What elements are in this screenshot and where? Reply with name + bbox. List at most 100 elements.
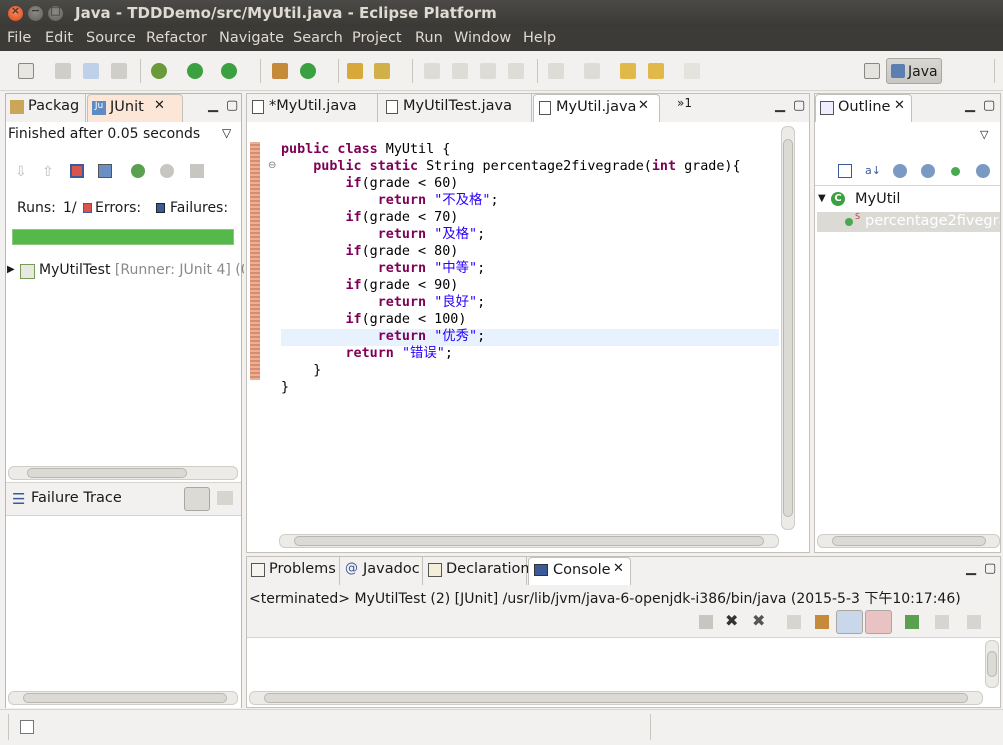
close-tab-icon[interactable]: ✕ bbox=[638, 98, 649, 113]
menu-edit[interactable]: Edit bbox=[45, 30, 73, 46]
menu-search[interactable]: Search bbox=[293, 30, 343, 46]
scrollbar-thumb[interactable] bbox=[987, 651, 997, 677]
next-failure-icon[interactable]: ⇩ bbox=[15, 164, 29, 180]
next-annotation-icon[interactable] bbox=[548, 63, 564, 79]
tab-javadoc[interactable]: @ Javadoc bbox=[341, 557, 423, 585]
rerun-failed-first-icon[interactable] bbox=[160, 164, 174, 178]
editor-horizontal-scrollbar[interactable] bbox=[279, 534, 779, 548]
terminate-icon[interactable] bbox=[699, 615, 713, 629]
tab-console[interactable]: Console ✕ bbox=[528, 557, 631, 585]
failure-trace-scrollbar[interactable] bbox=[8, 691, 238, 705]
console-vertical-scrollbar[interactable] bbox=[985, 640, 999, 688]
open-perspective-icon[interactable] bbox=[864, 63, 880, 79]
tab-myutil-dirty[interactable]: *MyUtil.java bbox=[247, 94, 378, 122]
search-icon[interactable] bbox=[374, 63, 390, 79]
display-selected-console-icon[interactable] bbox=[905, 615, 919, 629]
new-console-icon[interactable] bbox=[967, 615, 981, 629]
hide-local-types-icon[interactable] bbox=[976, 164, 990, 178]
save-icon[interactable] bbox=[55, 63, 71, 79]
back-icon[interactable] bbox=[648, 63, 664, 79]
editor-vertical-scrollbar[interactable] bbox=[781, 126, 795, 530]
minimize-outline-icon[interactable]: ▁ bbox=[965, 98, 975, 113]
menu-refactor[interactable]: Refactor bbox=[146, 30, 207, 46]
save-all-icon[interactable] bbox=[83, 63, 99, 79]
new-java-package-icon[interactable] bbox=[272, 63, 288, 79]
close-tab-icon[interactable]: ✕ bbox=[894, 98, 905, 113]
outline-horizontal-scrollbar[interactable] bbox=[817, 534, 1000, 548]
menu-help[interactable]: Help bbox=[523, 30, 556, 46]
code-editor[interactable]: public class MyUtil { public static Stri… bbox=[281, 141, 741, 396]
scrollbar-thumb[interactable] bbox=[23, 693, 227, 703]
scrollbar-thumb[interactable] bbox=[294, 536, 764, 546]
toggle-breadcrumb-icon[interactable] bbox=[452, 63, 468, 79]
scrollbar-thumb[interactable] bbox=[832, 536, 986, 546]
tab-package-explorer[interactable]: Packag bbox=[6, 94, 86, 122]
previous-annotation-icon[interactable] bbox=[584, 63, 600, 79]
more-tabs-button[interactable]: »1 bbox=[677, 96, 692, 110]
fold-toggle-icon[interactable]: ⊖ bbox=[268, 160, 276, 171]
new-java-class-icon[interactable] bbox=[300, 63, 316, 79]
tab-myutil-active[interactable]: MyUtil.java ✕ bbox=[533, 94, 660, 122]
fast-view-icon[interactable] bbox=[20, 720, 34, 734]
expand-arrow-icon[interactable]: ▶ bbox=[7, 264, 15, 275]
maximize-outline-icon[interactable]: ▢ bbox=[983, 98, 995, 113]
maximize-view-icon[interactable]: ▢ bbox=[226, 98, 238, 113]
hide-non-public-icon[interactable] bbox=[951, 167, 960, 176]
hide-static-icon[interactable] bbox=[921, 164, 935, 178]
pin-console-button[interactable] bbox=[836, 610, 863, 634]
open-console-icon[interactable] bbox=[935, 615, 949, 629]
menu-file[interactable]: File bbox=[7, 30, 31, 46]
tab-problems[interactable]: Problems bbox=[247, 557, 340, 585]
view-menu-chevron-icon[interactable]: ▽ bbox=[222, 126, 231, 140]
horizontal-scrollbar[interactable] bbox=[8, 466, 238, 480]
stop-test-icon[interactable] bbox=[190, 164, 204, 178]
tab-outline[interactable]: Outline ✕ bbox=[815, 94, 912, 122]
close-window-button[interactable]: × bbox=[8, 4, 23, 21]
run-icon[interactable] bbox=[187, 63, 203, 79]
tab-junit[interactable]: Ju JUnit ✕ bbox=[87, 94, 183, 122]
toggle-mark-occurrences-icon[interactable] bbox=[424, 63, 440, 79]
remove-all-terminated-icon[interactable]: ✖ bbox=[752, 611, 765, 630]
test-tree-item[interactable]: MyUtilTest [Runner: JUnit 4] (0 bbox=[39, 262, 244, 278]
collapse-all-icon[interactable] bbox=[838, 164, 852, 178]
menu-navigate[interactable]: Navigate bbox=[219, 30, 284, 46]
compare-result-icon[interactable] bbox=[217, 491, 233, 505]
menu-project[interactable]: Project bbox=[352, 30, 402, 46]
debug-icon[interactable] bbox=[151, 63, 167, 79]
open-type-icon[interactable] bbox=[347, 63, 363, 79]
run-external-tools-icon[interactable] bbox=[221, 63, 237, 79]
console-horizontal-scrollbar[interactable] bbox=[249, 691, 983, 705]
outline-method-item[interactable]: S percentage2fivegrade bbox=[817, 212, 1000, 232]
menu-run[interactable]: Run bbox=[415, 30, 443, 46]
show-console-on-output-button[interactable] bbox=[865, 610, 892, 634]
minimize-console-icon[interactable]: ▁ bbox=[966, 561, 976, 576]
outline-menu-chevron-icon[interactable]: ▽ bbox=[980, 128, 988, 141]
filter-stack-trace-button[interactable] bbox=[184, 487, 210, 511]
close-tab-icon[interactable]: ✕ bbox=[613, 561, 624, 576]
show-failures-only-icon[interactable] bbox=[70, 164, 84, 178]
menu-source[interactable]: Source bbox=[86, 30, 136, 46]
rerun-test-icon[interactable] bbox=[131, 164, 145, 178]
scroll-lock-icon[interactable] bbox=[98, 164, 112, 178]
clear-console-icon[interactable] bbox=[787, 615, 801, 629]
close-tab-icon[interactable]: ✕ bbox=[154, 98, 165, 113]
forward-icon[interactable] bbox=[684, 63, 700, 79]
hide-fields-icon[interactable] bbox=[893, 164, 907, 178]
minimize-editor-icon[interactable]: ▁ bbox=[775, 98, 785, 113]
maximize-console-icon[interactable]: ▢ bbox=[984, 561, 996, 576]
previous-failure-icon[interactable]: ⇧ bbox=[42, 164, 56, 180]
tab-myutiltest[interactable]: MyUtilTest.java bbox=[379, 94, 532, 122]
print-icon[interactable] bbox=[111, 63, 127, 79]
maximize-editor-icon[interactable]: ▢ bbox=[793, 98, 805, 113]
block-selection-icon[interactable] bbox=[480, 63, 496, 79]
minimize-view-icon[interactable]: ▁ bbox=[208, 98, 218, 113]
expand-arrow-icon[interactable]: ▼ bbox=[818, 193, 826, 204]
menu-window[interactable]: Window bbox=[454, 30, 511, 46]
scrollbar-thumb[interactable] bbox=[783, 139, 793, 517]
scrollbar-thumb[interactable] bbox=[264, 693, 968, 703]
show-whitespace-icon[interactable] bbox=[508, 63, 524, 79]
new-icon[interactable] bbox=[18, 63, 34, 79]
remove-launch-icon[interactable]: ✖ bbox=[725, 611, 738, 630]
maximize-window-button[interactable]: □ bbox=[48, 4, 63, 21]
minimize-window-button[interactable]: − bbox=[28, 4, 43, 21]
